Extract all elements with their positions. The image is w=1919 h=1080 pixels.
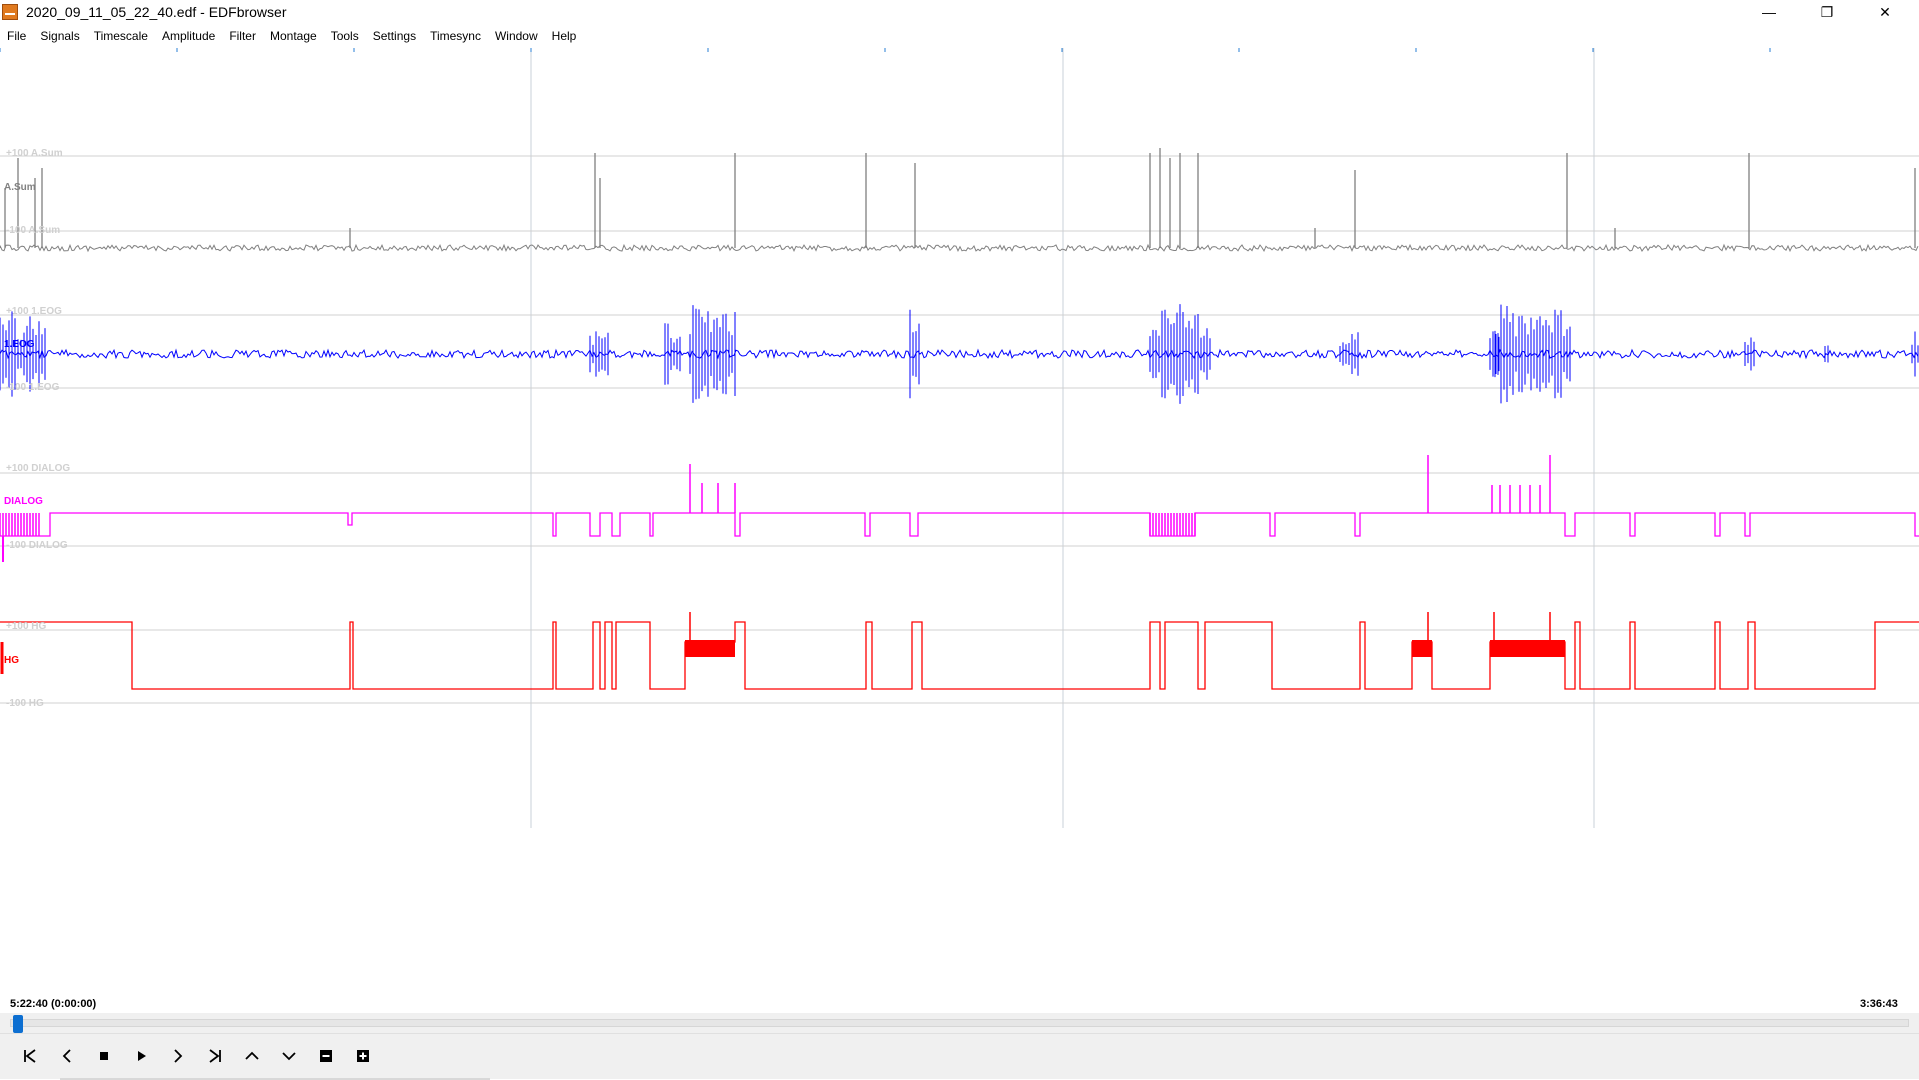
hg-block [1412, 640, 1432, 657]
hg-block [685, 640, 735, 657]
a-sum-trace [0, 243, 1919, 253]
close-button[interactable]: ✕ [1862, 0, 1908, 24]
eog-trace [0, 348, 1919, 360]
last-page-button[interactable] [200, 1043, 230, 1069]
next-page-button[interactable] [163, 1043, 193, 1069]
signal-top-label: +100 HG [6, 621, 47, 632]
time-grid [0, 48, 1919, 828]
signal-label-hg[interactable]: HG [4, 655, 19, 666]
scrollbar-track[interactable] [10, 1019, 1909, 1027]
menu-tools[interactable]: Tools [324, 26, 366, 46]
menu-signals[interactable]: Signals [33, 26, 86, 46]
menu-filter[interactable]: Filter [222, 26, 263, 46]
signal-bottom-label: -100 1.EOG [6, 382, 60, 393]
signal-label-dialog[interactable]: DIALOG [4, 496, 43, 507]
hg-block [1490, 640, 1565, 657]
zoom-out-button[interactable] [311, 1043, 341, 1069]
signal-label-eog[interactable]: 1.EOG [4, 339, 35, 350]
signal-bottom-label: -100 DIALOG [6, 540, 68, 551]
skip-forward-icon [209, 1049, 221, 1063]
menu-bar: File Signals Timescale Amplitude Filter … [0, 24, 1919, 48]
chevron-right-icon [174, 1049, 183, 1063]
signal-traces [0, 148, 1919, 690]
navigation-toolbar [0, 1033, 1919, 1080]
menu-montage[interactable]: Montage [263, 26, 324, 46]
stop-icon [100, 1052, 108, 1060]
signal-bottom-label: -100 A.Sum [6, 225, 60, 236]
dialog-trace [0, 512, 1919, 537]
scrollbar-thumb[interactable] [13, 1015, 23, 1033]
restore-icon: ❐ [1820, 3, 1834, 20]
first-page-button[interactable] [15, 1043, 45, 1069]
minimize-button[interactable]: — [1746, 0, 1792, 24]
chevron-left-icon [62, 1049, 71, 1063]
signal-display[interactable]: +100 A.Sum A.Sum -100 A.Sum +100 1.EOG 1… [0, 48, 1919, 1008]
scroll-down-button[interactable] [274, 1043, 304, 1069]
minus-box-icon [320, 1050, 332, 1062]
time-scrollbar[interactable] [0, 1013, 1919, 1033]
scroll-up-button[interactable] [237, 1043, 267, 1069]
menu-timescale[interactable]: Timescale [87, 26, 155, 46]
menu-window[interactable]: Window [488, 26, 545, 46]
menu-amplitude[interactable]: Amplitude [155, 26, 222, 46]
edfbrowser-app-icon [2, 4, 18, 20]
signal-bottom-label: -100 HG [6, 698, 44, 709]
minimize-icon: — [1762, 4, 1776, 20]
restore-button[interactable]: ❐ [1804, 0, 1850, 24]
previous-page-button[interactable] [52, 1043, 82, 1069]
play-button[interactable] [126, 1043, 156, 1069]
chevron-down-icon [282, 1052, 296, 1061]
chevron-up-icon [245, 1051, 259, 1060]
menu-file[interactable]: File [0, 26, 33, 46]
zoom-in-button[interactable] [348, 1043, 378, 1069]
signal-label-a-sum[interactable]: A.Sum [4, 182, 36, 193]
menu-timesync[interactable]: Timesync [423, 26, 488, 46]
top-ruler [0, 48, 1771, 52]
signal-top-label: +100 1.EOG [6, 306, 62, 317]
menu-help[interactable]: Help [545, 26, 584, 46]
start-time-label: 5:22:40 (0:00:00) [10, 998, 97, 1010]
signal-top-label: +100 A.Sum [6, 148, 63, 159]
close-icon: ✕ [1879, 3, 1891, 20]
menu-settings[interactable]: Settings [366, 26, 423, 46]
plus-box-icon [357, 1050, 369, 1062]
signal-top-label: +100 DIALOG [6, 463, 70, 474]
play-icon [138, 1051, 146, 1061]
stop-button[interactable] [89, 1043, 119, 1069]
end-time-label: 3:36:43 [1860, 998, 1898, 1010]
hg-trace [0, 621, 1919, 690]
skip-back-icon [24, 1049, 36, 1063]
title-bar: 2020_09_11_05_22_40.edf - EDFbrowser — ❐… [0, 0, 1919, 24]
window-title: 2020_09_11_05_22_40.edf - EDFbrowser [26, 4, 287, 20]
